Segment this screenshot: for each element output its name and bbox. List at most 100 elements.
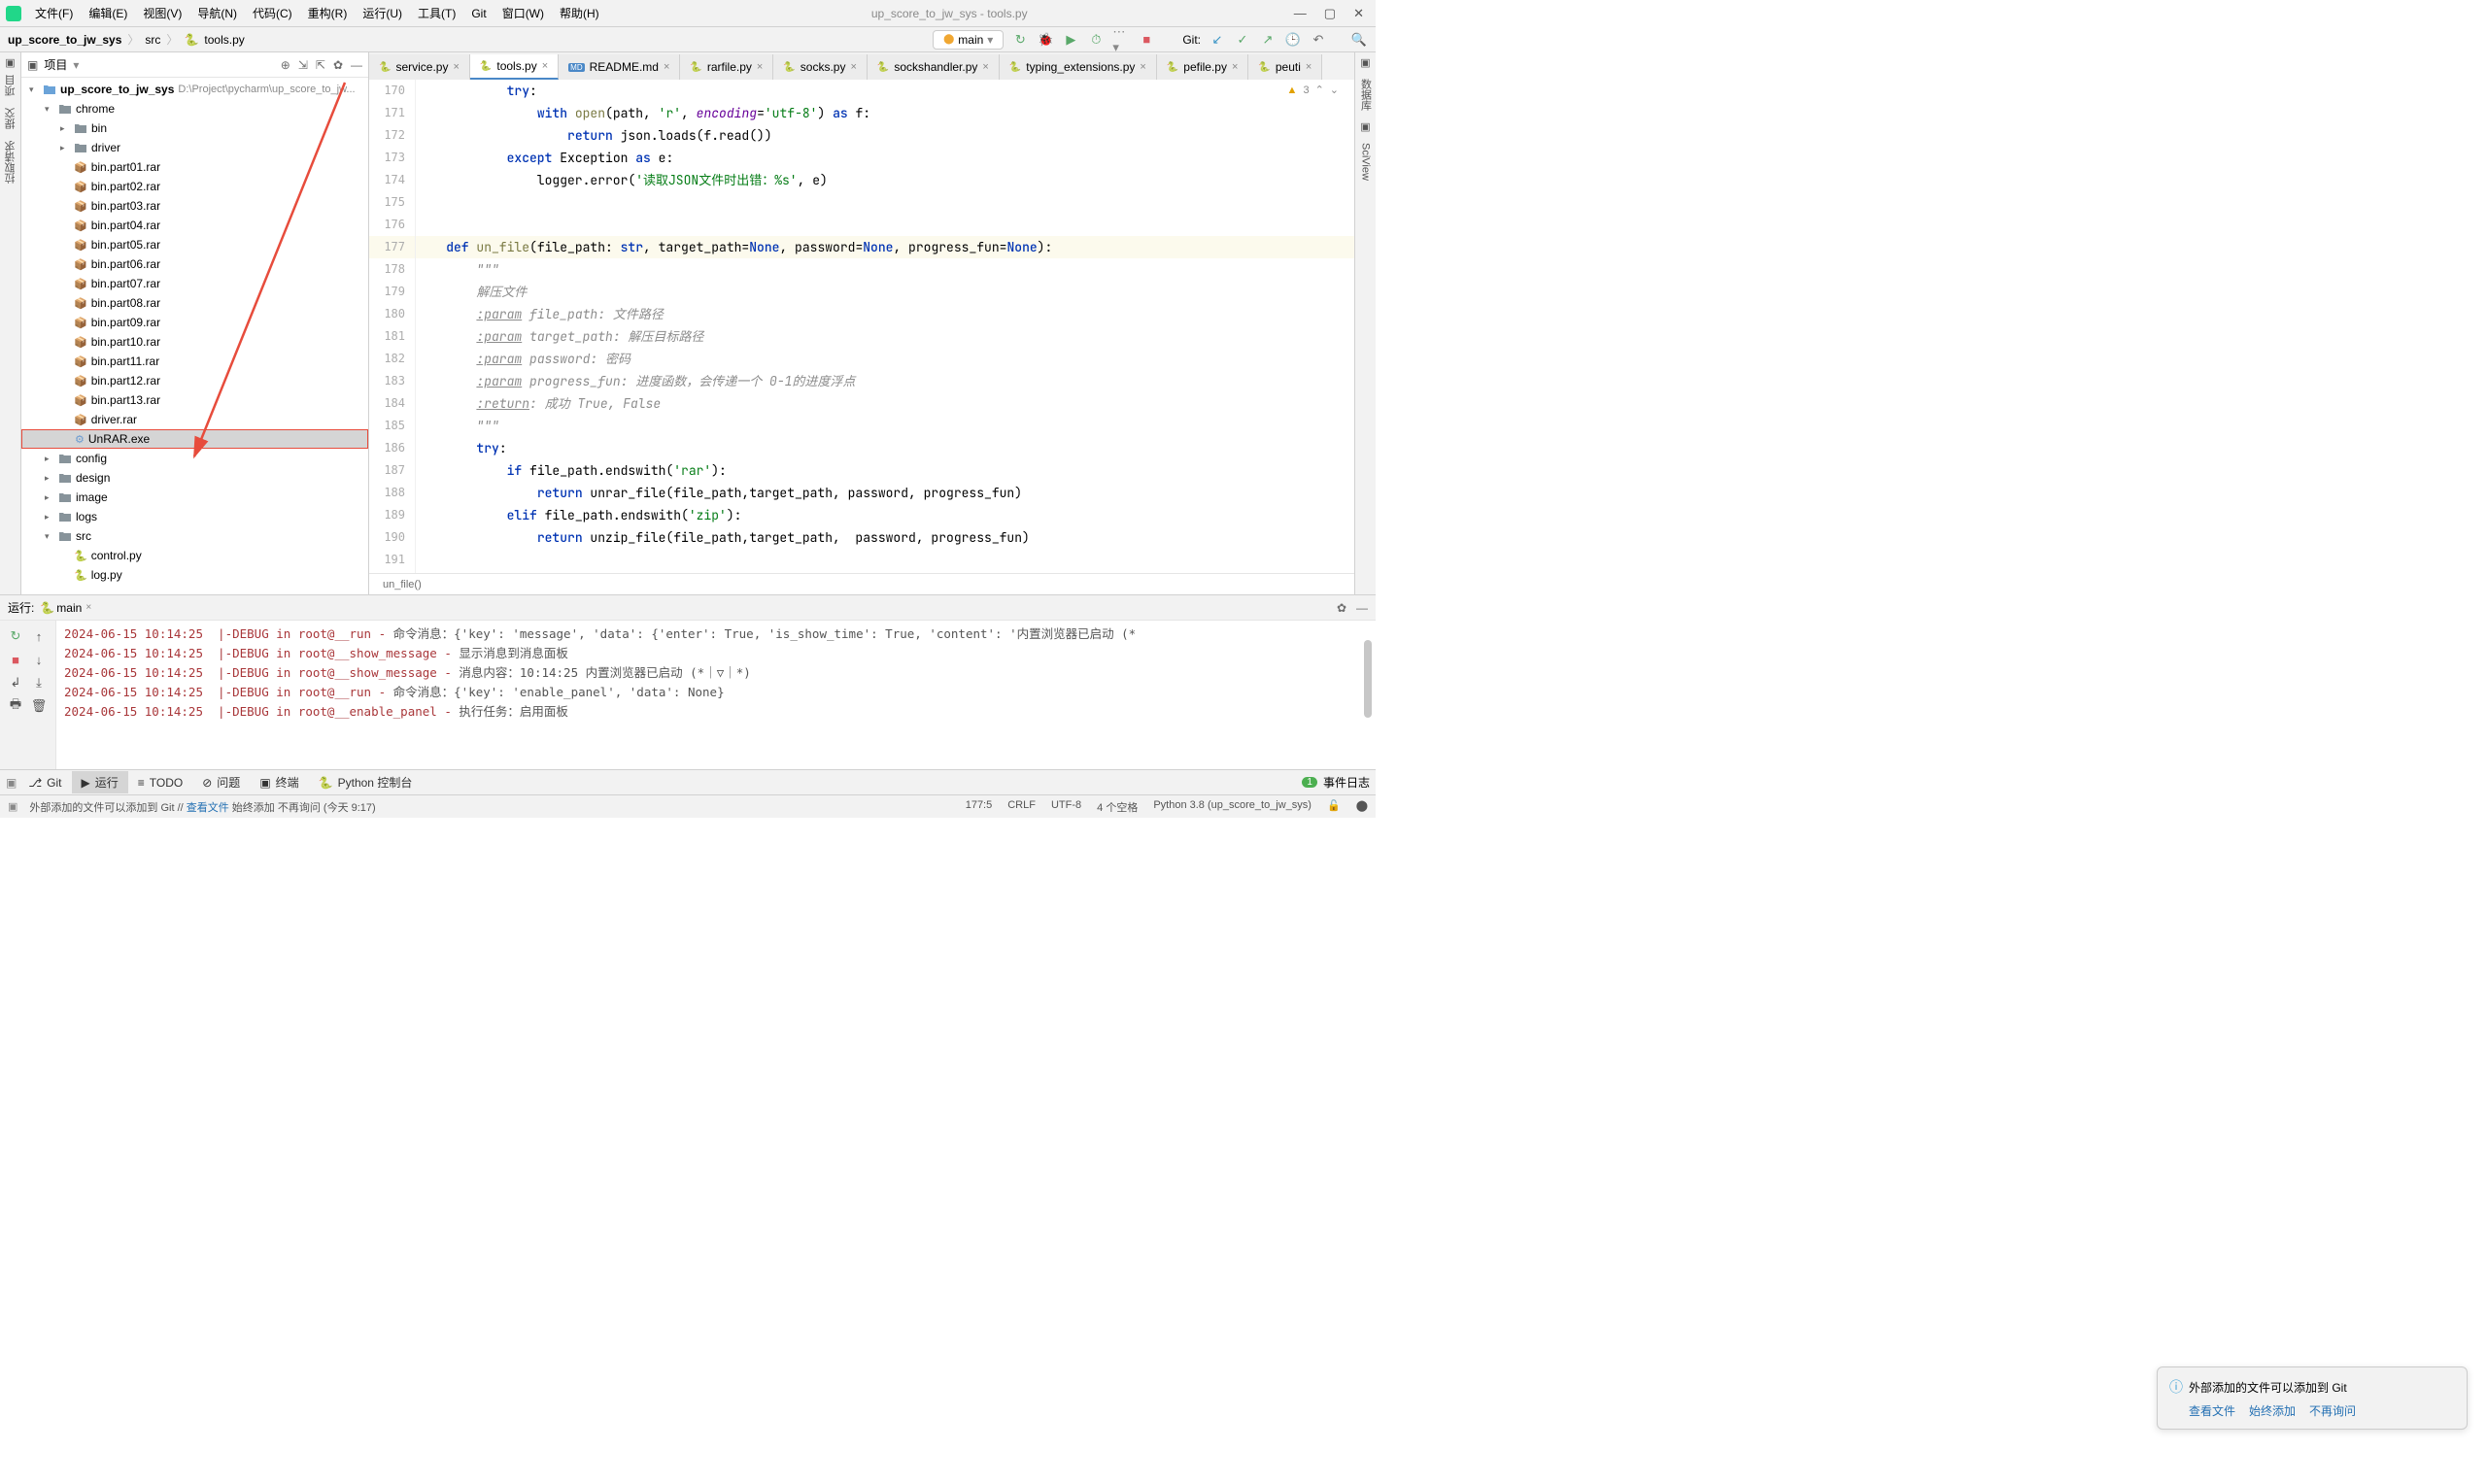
tree-row[interactable]: ▸image <box>21 488 368 507</box>
menu-git[interactable]: Git <box>465 5 492 22</box>
tree-row[interactable]: 📦bin.part06.rar <box>21 254 368 274</box>
tree-row[interactable]: 🐍control.py <box>21 546 368 565</box>
tree-row[interactable]: ▾up_score_to_jw_sysD:\Project\pycharm\up… <box>21 80 368 99</box>
git-branch-selector[interactable]: ⬤main▾ <box>933 30 1004 50</box>
tab-close-icon[interactable]: × <box>542 60 548 72</box>
tree-row[interactable]: ▸bin <box>21 118 368 138</box>
editor-body[interactable]: 1701711721731741751761771781791801811821… <box>369 80 1354 573</box>
tree-row[interactable]: ▾src <box>21 526 368 546</box>
tree-row[interactable]: ▸design <box>21 468 368 488</box>
git-commit-icon[interactable]: ✓ <box>1234 31 1251 49</box>
git-push-icon[interactable]: ↗ <box>1259 31 1277 49</box>
editor-breadcrumb[interactable]: un_file() <box>369 573 1354 594</box>
tool-tab-project[interactable]: 项目 <box>3 75 18 96</box>
tool-strip-item[interactable]: ≡TODO <box>128 771 192 793</box>
tree-row[interactable]: 📦bin.part07.rar <box>21 274 368 293</box>
tab-close-icon[interactable]: × <box>664 61 669 73</box>
tree-row[interactable]: 🐍log.py <box>21 565 368 585</box>
collapse-all-icon[interactable]: ⇱ <box>316 58 325 72</box>
stop-icon[interactable]: ■ <box>1138 31 1155 49</box>
menu-tools[interactable]: 工具(T) <box>412 3 461 23</box>
tree-row[interactable]: 📦bin.part03.rar <box>21 196 368 216</box>
menu-view[interactable]: 视图(V) <box>137 3 187 23</box>
tool-tab-pullreq[interactable]: 拉取请求 <box>3 141 18 184</box>
menu-code[interactable]: 代码(C) <box>247 3 298 23</box>
editor-tab[interactable]: 🐍rarfile.py× <box>680 54 773 80</box>
tab-close-icon[interactable]: × <box>982 61 988 73</box>
select-opened-icon[interactable]: ⊕ <box>281 58 290 72</box>
editor-tab[interactable]: 🐍socks.py× <box>773 54 868 80</box>
profile-icon[interactable]: ⏱ <box>1087 31 1105 49</box>
inspection-widget[interactable]: ▲ 3 ⌃ ⌄ <box>1287 84 1339 96</box>
clear-icon[interactable]: 🗑 <box>29 696 49 716</box>
tree-row[interactable]: 📦bin.part01.rar <box>21 157 368 177</box>
maximize-icon[interactable]: ▢ <box>1324 6 1336 21</box>
line-separator[interactable]: CRLF <box>1007 799 1036 815</box>
file-encoding[interactable]: UTF-8 <box>1051 799 1081 815</box>
editor-tab[interactable]: 🐍peuti× <box>1248 54 1322 80</box>
menu-file[interactable]: 文件(F) <box>29 3 79 23</box>
settings-icon[interactable]: ✿ <box>333 58 343 72</box>
breadcrumb-root[interactable]: up_score_to_jw_sys <box>8 33 121 47</box>
rerun-icon[interactable]: ↻ <box>6 626 25 646</box>
indent-info[interactable]: 4 个空格 <box>1097 799 1138 815</box>
tree-row[interactable]: 📦bin.part08.rar <box>21 293 368 313</box>
tree-row[interactable]: 📦bin.part02.rar <box>21 177 368 196</box>
tree-row[interactable]: 📦bin.part13.rar <box>21 390 368 410</box>
run-icon[interactable]: ↻ <box>1011 31 1029 49</box>
python-interpreter[interactable]: Python 3.8 (up_score_to_jw_sys) <box>1153 799 1312 815</box>
tab-close-icon[interactable]: × <box>453 61 459 73</box>
tree-row[interactable]: ▾chrome <box>21 99 368 118</box>
tool-tab-database[interactable]: 数据库 <box>1358 79 1374 111</box>
close-icon[interactable]: ✕ <box>1353 6 1364 21</box>
tab-close-icon[interactable]: × <box>1306 61 1312 73</box>
tool-tab-commit[interactable]: 提交 <box>3 108 18 129</box>
tab-close-icon[interactable]: × <box>1232 61 1238 73</box>
menu-run[interactable]: 运行(U) <box>357 3 408 23</box>
code-area[interactable]: try: with open(path, 'r', encoding='utf-… <box>416 80 1354 573</box>
tree-row[interactable]: ⚙UnRAR.exe <box>21 429 368 449</box>
minimize-icon[interactable]: — <box>1294 6 1307 21</box>
expand-all-icon[interactable]: ⇲ <box>298 58 308 72</box>
run-settings-icon[interactable]: ✿ <box>1337 601 1346 615</box>
print-icon[interactable]: 🖶 <box>6 696 25 716</box>
attach-icon[interactable]: ⋯▾ <box>1112 31 1130 49</box>
tree-row[interactable]: 📦bin.part09.rar <box>21 313 368 332</box>
search-everywhere-icon[interactable]: 🔍 <box>1350 31 1368 49</box>
editor-tab[interactable]: 🐍pefile.py× <box>1157 54 1249 80</box>
memory-indicator[interactable]: ⬤ <box>1356 799 1368 815</box>
git-popup-dont-ask[interactable]: 不再询问 <box>2309 1402 2356 1419</box>
stop-run-icon[interactable]: ■ <box>6 650 25 669</box>
next-highlight-icon[interactable]: ⌄ <box>1330 84 1339 96</box>
soft-wrap-icon[interactable]: ↲ <box>6 673 25 692</box>
scroll-end-icon[interactable]: ⤓ <box>29 673 49 692</box>
menu-window[interactable]: 窗口(W) <box>496 3 550 23</box>
tab-close-icon[interactable]: × <box>850 61 856 73</box>
caret-position[interactable]: 177:5 <box>966 799 993 815</box>
tree-row[interactable]: 📦driver.rar <box>21 410 368 429</box>
breadcrumb-file[interactable]: tools.py <box>204 33 244 47</box>
tree-row[interactable]: ▸config <box>21 449 368 468</box>
git-popup-view-files[interactable]: 查看文件 <box>2189 1402 2235 1419</box>
tab-close-icon[interactable]: × <box>757 61 763 73</box>
run-hide-icon[interactable]: — <box>1356 601 1368 615</box>
git-rollback-icon[interactable]: ↶ <box>1310 31 1327 49</box>
tool-tab-sciview[interactable]: SciView <box>1360 143 1372 181</box>
tool-strip-item[interactable]: ▶运行 <box>72 771 128 793</box>
tree-row[interactable]: 📦bin.part05.rar <box>21 235 368 254</box>
project-tree[interactable]: ▾up_score_to_jw_sysD:\Project\pycharm\up… <box>21 78 368 594</box>
editor-tab[interactable]: 🐍service.py× <box>369 54 470 80</box>
readonly-lock-icon[interactable]: 🔓 <box>1327 799 1341 815</box>
menu-refactor[interactable]: 重构(R) <box>302 3 354 23</box>
console-scrollbar[interactable] <box>1364 640 1372 718</box>
tool-strip-item[interactable]: ⎇Git <box>18 771 71 793</box>
status-view-files-link[interactable]: 查看文件 <box>187 802 229 814</box>
tree-row[interactable]: ▸logs <box>21 507 368 526</box>
run-config-name[interactable]: main <box>56 601 82 615</box>
hide-panel-icon[interactable]: — <box>351 58 362 72</box>
down-stack-icon[interactable]: ↓ <box>29 650 49 669</box>
tree-row[interactable]: ▸driver <box>21 138 368 157</box>
git-history-icon[interactable]: 🕒 <box>1284 31 1302 49</box>
breadcrumb-src[interactable]: src <box>145 33 160 47</box>
menu-help[interactable]: 帮助(H) <box>554 3 605 23</box>
